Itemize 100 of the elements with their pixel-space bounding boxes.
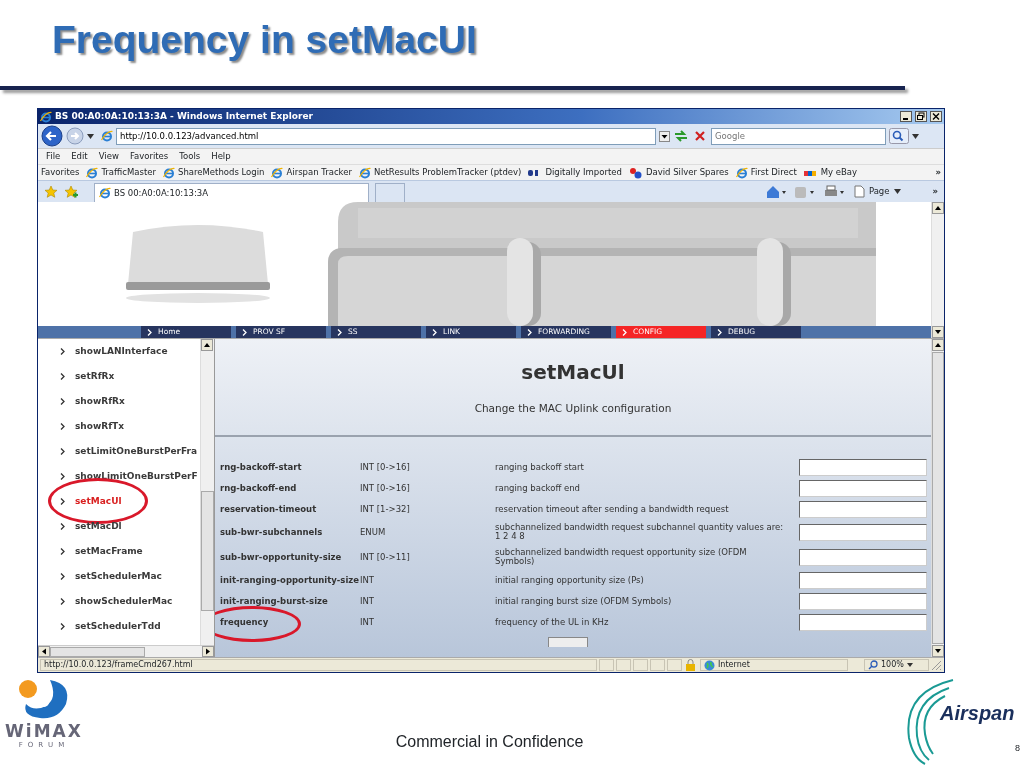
favorite-link[interactable]: David Silver Spares <box>628 166 729 179</box>
zoom-icon <box>868 660 878 670</box>
caret-icon[interactable] <box>912 133 919 139</box>
zoom-control[interactable]: 100% <box>864 659 929 671</box>
ie-icon <box>271 166 284 179</box>
parameter-name: frequency <box>220 616 269 627</box>
chevron-icon <box>60 423 65 430</box>
print-icon[interactable] <box>823 184 846 199</box>
status-pane <box>650 659 665 671</box>
scroll-down-icon[interactable] <box>932 645 944 657</box>
chevron-icon <box>60 398 65 405</box>
chevron-icon <box>60 573 65 580</box>
maximize-icon[interactable] <box>915 111 927 122</box>
chevron-icon <box>60 523 65 530</box>
scrollbar[interactable] <box>200 339 214 645</box>
sidebar-link[interactable]: setSchedulerMac <box>75 569 162 584</box>
favorite-link[interactable]: NetResults ProblemTracker (ptdev) <box>358 166 522 179</box>
more-button[interactable]: » <box>935 166 941 179</box>
caret-icon <box>906 663 913 667</box>
browser-tab[interactable]: BS 00:A0:0A:10:13:3A <box>94 183 369 202</box>
status-pane <box>599 659 614 671</box>
ie-icon <box>101 130 113 142</box>
scroll-up-icon[interactable] <box>932 202 944 214</box>
input-field[interactable] <box>799 548 927 566</box>
chevron-icon <box>432 328 437 336</box>
favorite-link[interactable]: TrafficMaster <box>86 166 156 179</box>
more-button[interactable]: » <box>932 185 938 198</box>
page-number: 8 <box>1015 742 1020 755</box>
scroll-up-icon[interactable] <box>201 339 214 351</box>
menu-item[interactable]: File <box>46 150 61 163</box>
page-menu[interactable]: Page <box>853 185 901 198</box>
parameter-type: INT <box>360 574 375 585</box>
input-field[interactable] <box>799 458 927 476</box>
sidebar-link[interactable]: setLimitOneBurstPerFra <box>75 444 198 459</box>
sidebar-link[interactable]: showRfTx <box>75 419 125 434</box>
input-field[interactable] <box>799 523 927 541</box>
scroll-thumb[interactable] <box>201 491 214 611</box>
scrollbar[interactable] <box>931 202 944 338</box>
parameter-name: sub-bwr-opportunity-size <box>220 551 342 562</box>
sidebar-link[interactable]: showLimitOneBurstPerF <box>75 469 198 484</box>
sidebar-link[interactable]: setMacFrame <box>75 544 143 559</box>
menu-item[interactable]: Edit <box>71 150 88 163</box>
favorite-link[interactable]: First Direct <box>735 166 797 179</box>
minimize-icon[interactable] <box>900 111 912 122</box>
input-field[interactable] <box>799 571 927 589</box>
chevron-icon <box>717 328 722 336</box>
chevron-icon <box>60 448 65 455</box>
home-icon[interactable] <box>765 184 786 199</box>
scrollbar[interactable] <box>931 339 944 657</box>
menu-item[interactable]: Help <box>211 150 231 163</box>
favorite-link[interactable]: Digitally Imported <box>528 166 622 179</box>
ie-icon <box>40 110 52 123</box>
caret-icon[interactable] <box>87 133 94 139</box>
stop-icon[interactable] <box>692 129 708 143</box>
favorite-link[interactable]: ShareMethods Login <box>163 166 265 179</box>
star-icon[interactable] <box>44 184 58 199</box>
resize-grip-icon[interactable] <box>931 659 942 671</box>
chevron-icon <box>60 623 65 630</box>
dropdown-icon[interactable] <box>659 130 670 142</box>
sidebar-link[interactable]: showSchedulerMac <box>75 594 173 609</box>
slide-title: Frequency in setMacUI <box>51 17 478 63</box>
status-url: http://10.0.0.123/frameCmd267.html <box>40 659 597 671</box>
favorite-link[interactable]: My eBay <box>803 166 858 179</box>
address-field[interactable]: http://10.0.0.123/advanced.html <box>116 127 656 145</box>
parameter-type: INT [0->16] <box>360 482 410 493</box>
scroll-left-icon[interactable] <box>38 646 50 657</box>
parameter-description: subchannelized bandwidth request subchannel quantity values are: 1 2 4 8 <box>495 522 784 542</box>
input-field[interactable] <box>799 613 927 631</box>
sidebar-link[interactable]: showRfRx <box>75 394 125 409</box>
button[interactable] <box>548 636 588 647</box>
close-icon[interactable] <box>930 111 942 122</box>
search-icon[interactable] <box>889 128 909 144</box>
sidebar-link[interactable]: setRfRx <box>75 369 115 384</box>
sidebar-link[interactable]: setMacDl <box>75 519 122 534</box>
input-field[interactable] <box>799 500 927 518</box>
sidebar-link[interactable]: showLANInterface <box>75 344 168 359</box>
search-field[interactable]: Google <box>711 127 886 145</box>
menu-item[interactable]: Tools <box>179 150 201 163</box>
input-field[interactable] <box>799 479 927 497</box>
parameter-description: frequency of the UL in KHz <box>495 616 609 627</box>
parameter-description: initial ranging opportunity size (Ps) <box>495 574 644 585</box>
ie-icon <box>163 166 175 179</box>
ie-icon <box>735 166 748 179</box>
sidebar-link[interactable]: setSchedulerTdd <box>75 619 161 634</box>
status-pane <box>633 659 648 671</box>
scroll-right-icon[interactable] <box>202 646 214 657</box>
scrollbar[interactable] <box>38 645 214 657</box>
scroll-thumb[interactable] <box>932 352 944 644</box>
input-field[interactable] <box>799 592 927 610</box>
menu-item[interactable]: View <box>98 150 119 163</box>
sidebar-link[interactable]: setMacUl <box>75 494 122 509</box>
back-icon[interactable] <box>41 125 63 147</box>
scroll-up-icon[interactable] <box>932 339 944 351</box>
favorites-label[interactable]: Favorites <box>41 166 80 179</box>
add-favorite-icon[interactable] <box>64 184 78 199</box>
parameter-type: INT <box>360 595 375 606</box>
scroll-down-icon[interactable] <box>932 326 944 338</box>
scroll-thumb[interactable] <box>50 646 145 657</box>
menu-item[interactable]: Favorites <box>129 150 169 163</box>
favorite-link[interactable]: Airspan Tracker <box>271 166 352 179</box>
